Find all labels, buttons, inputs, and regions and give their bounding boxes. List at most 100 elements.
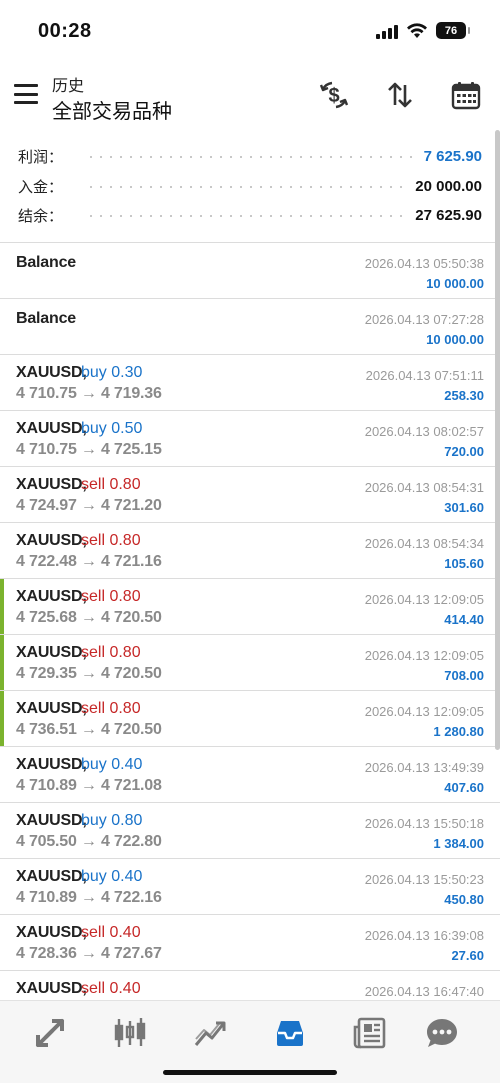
deal-row[interactable]: XAUUSD, buy 0.40 4 710.89 → 4 721.08 2026.0… <box>0 747 500 803</box>
balance-value: 27 625.90 <box>415 206 482 224</box>
scrollbar[interactable] <box>495 130 500 750</box>
deal-symbol: XAUUSD, <box>16 476 87 493</box>
deal-side: sell 0.80 <box>81 532 141 549</box>
deal-time: 2026.04.13 07:51:11 <box>365 368 484 383</box>
deal-time: 2026.04.13 15:50:18 <box>364 816 484 831</box>
deal-time: 2026.04.13 16:39:08 <box>364 928 484 943</box>
tab-chart[interactable] <box>110 1013 150 1053</box>
deal-side: sell 0.80 <box>81 588 141 605</box>
deal-profit: 708.00 <box>444 668 484 683</box>
home-indicator <box>163 1070 337 1075</box>
deal-side: buy 0.40 <box>81 868 143 885</box>
balance-label: 结余： <box>18 207 64 225</box>
deal-row[interactable]: XAUUSD, sell 0.80 4 722.48 → 4 721.16 2026.… <box>0 523 500 579</box>
deal-time: 2026.04.13 13:49:39 <box>364 760 484 775</box>
status-bar: 00:28 76 <box>0 0 500 62</box>
sort-icon[interactable] <box>383 78 417 112</box>
newspaper-icon <box>353 1017 386 1049</box>
deal-time: 2026.04.13 12:09:05 <box>364 592 484 607</box>
dotted-leader <box>86 186 406 188</box>
deal-side: buy 0.30 <box>81 364 143 381</box>
deal-side: sell 0.80 <box>81 476 141 493</box>
symbol-filter[interactable]: 全部交易品种 <box>52 95 172 124</box>
deal-time: 2026.04.13 08:54:34 <box>364 536 484 551</box>
deal-side: sell 0.80 <box>81 700 141 717</box>
trade-trend-icon <box>194 1021 226 1046</box>
deal-time: 2026.04.13 15:50:23 <box>364 872 484 887</box>
deal-prices: 4 710.75 → 4 725.15 <box>16 441 162 458</box>
deal-time: 2026.04.13 08:54:31 <box>364 480 484 495</box>
deal-side: sell 0.80 <box>81 644 141 661</box>
tab-history[interactable] <box>270 1013 310 1053</box>
deal-row[interactable]: XAUUSD, buy 0.40 4 710.89 → 4 722.16 2026.0… <box>0 859 500 915</box>
deal-prices: 4 705.50 → 4 722.80 <box>16 833 162 850</box>
deal-prices: 4 728.36 → 4 727.67 <box>16 945 162 962</box>
tab-trade[interactable] <box>190 1013 230 1053</box>
deal-profit: 1 384.00 <box>433 836 484 851</box>
deal-row[interactable]: XAUUSD, sell 0.40 2026.04.13 16:47:40 <box>0 971 500 1000</box>
deal-symbol: XAUUSD, <box>16 420 87 437</box>
deal-side: sell 0.40 <box>81 924 141 941</box>
dotted-leader <box>86 215 406 217</box>
deal-profit: 301.60 <box>444 500 484 515</box>
deal-time: 2026.04.13 12:09:05 <box>364 648 484 663</box>
bottom-tab-bar <box>0 1000 500 1083</box>
deal-row[interactable]: XAUUSD, buy 0.30 4 710.75 → 4 719.36 2026.0… <box>0 355 500 411</box>
deal-time: 2026.04.13 05:50:38 <box>364 256 484 271</box>
deal-profit: 105.60 <box>444 556 484 571</box>
deal-row[interactable]: XAUUSD, sell 0.80 4 725.68 → 4 720.50 2026.… <box>0 579 500 635</box>
deal-profit: 258.30 <box>444 388 484 403</box>
history-summary: 利润： 7 625.90 入金： 20 000.00 结余： 27 625.90 <box>0 140 500 242</box>
deal-symbol: XAUUSD, <box>16 812 87 829</box>
deal-side: sell 0.40 <box>81 980 141 997</box>
deal-prices: 4 710.89 → 4 722.16 <box>16 889 162 906</box>
deal-row[interactable]: XAUUSD, sell 0.80 4 736.51 → 4 720.50 2026.… <box>0 691 500 747</box>
summary-balance-row: 结余： 27 625.90 <box>18 200 482 230</box>
deal-prices: 4 722.48 → 4 721.16 <box>16 553 162 570</box>
deal-prices: 4 736.51 → 4 720.50 <box>16 721 162 738</box>
deal-time: 2026.04.13 08:02:57 <box>364 424 484 439</box>
deal-symbol: XAUUSD, <box>16 644 87 661</box>
deal-row[interactable]: XAUUSD, sell 0.80 4 729.35 → 4 720.50 2026.… <box>0 635 500 691</box>
tab-news[interactable] <box>350 1013 390 1053</box>
balance-row[interactable]: Balance 2026.04.13 05:50:38 10 000.00 <box>0 243 500 299</box>
svg-text:$: $ <box>328 85 339 107</box>
calendar-icon[interactable] <box>449 78 483 112</box>
deal-time: 2026.04.13 16:47:40 <box>364 984 484 999</box>
deal-profit: 407.60 <box>444 780 484 795</box>
balance-row[interactable]: Balance 2026.04.13 07:27:28 10 000.00 <box>0 299 500 355</box>
cellular-signal-icon <box>376 23 398 39</box>
deal-profit: 10 000.00 <box>426 276 484 291</box>
deal-symbol: XAUUSD, <box>16 756 87 773</box>
tab-quotes[interactable] <box>30 1013 70 1053</box>
deal-profit: 450.80 <box>444 892 484 907</box>
deal-prices: 4 725.68 → 4 720.50 <box>16 609 162 626</box>
deal-side: buy 0.40 <box>81 756 143 773</box>
deal-prices: 4 729.35 → 4 720.50 <box>16 665 162 682</box>
tab-messages[interactable] <box>422 1013 462 1053</box>
deal-symbol: XAUUSD, <box>16 364 87 381</box>
deal-symbol: Balance <box>16 310 76 327</box>
deal-profit: 27.60 <box>451 948 484 963</box>
quotes-arrows-icon <box>36 1019 64 1047</box>
deal-row[interactable]: XAUUSD, sell 0.40 4 728.36 → 4 727.67 2026.… <box>0 915 500 971</box>
deal-profit: 1 280.80 <box>433 724 484 739</box>
deposit-value: 20 000.00 <box>415 177 482 195</box>
deal-symbol: XAUUSD, <box>16 588 87 605</box>
deal-row[interactable]: XAUUSD, sell 0.80 4 724.97 → 4 721.20 2026.… <box>0 467 500 523</box>
inbox-tray-icon <box>277 1021 303 1046</box>
status-time: 00:28 <box>38 20 92 42</box>
menu-icon[interactable] <box>14 84 38 104</box>
deal-prices: 4 710.89 → 4 721.08 <box>16 777 162 794</box>
deal-row[interactable]: XAUUSD, buy 0.50 4 710.75 → 4 725.15 2026.0… <box>0 411 500 467</box>
status-icons: 76 <box>376 22 470 39</box>
currency-exchange-icon[interactable]: $ <box>317 78 351 112</box>
deal-row[interactable]: XAUUSD, buy 0.80 4 705.50 → 4 722.80 2026.0… <box>0 803 500 859</box>
deal-history-list[interactable]: Balance 2026.04.13 05:50:38 10 000.00 Balan… <box>0 242 500 1000</box>
deposit-label: 入金： <box>18 178 64 196</box>
battery-icon: 76 <box>436 22 470 39</box>
summary-deposit-row: 入金： 20 000.00 <box>18 171 482 201</box>
deal-time: 2026.04.13 12:09:05 <box>364 704 484 719</box>
profit-label: 利润： <box>18 148 64 166</box>
dotted-leader <box>86 156 414 158</box>
